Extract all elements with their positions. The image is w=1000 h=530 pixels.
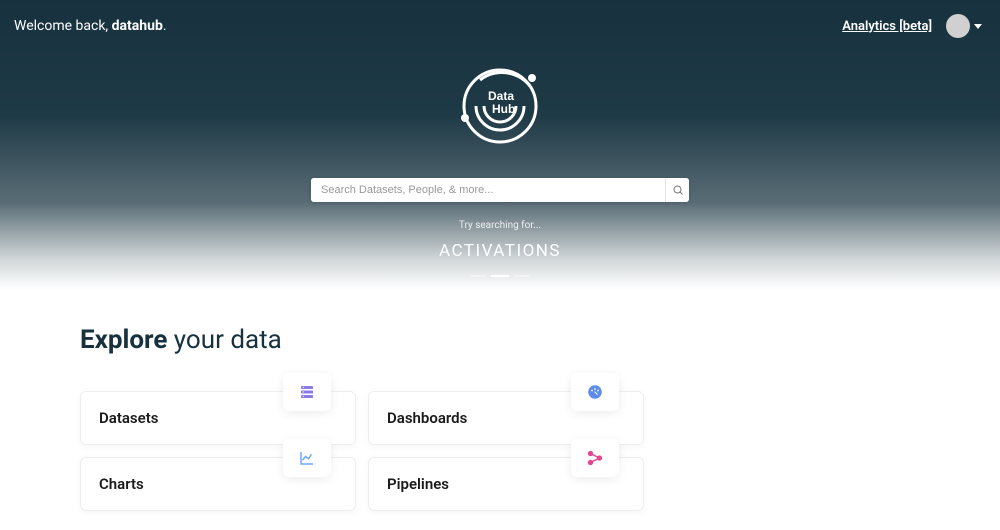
svg-text:Data: Data <box>488 89 514 103</box>
search-button[interactable] <box>665 178 689 202</box>
card-title: Dashboards <box>387 409 467 427</box>
welcome-username: datahub <box>112 18 163 34</box>
carousel-dot-active[interactable] <box>491 275 509 277</box>
card-title: Charts <box>99 475 144 493</box>
charts-icon <box>283 439 331 477</box>
entity-cards: Datasets Dashboards Chart <box>80 391 920 511</box>
dashboards-icon <box>571 373 619 411</box>
logo-container: Data Hub <box>0 56 1000 156</box>
main-content: Explore your data Datasets <box>0 290 1000 511</box>
carousel-dots <box>0 275 1000 277</box>
carousel-dot[interactable] <box>515 275 529 277</box>
hero-banner: Welcome back, datahub. Analytics [beta] … <box>0 0 1000 290</box>
card-dashboards[interactable]: Dashboards <box>368 391 644 445</box>
topbar-right: Analytics [beta] <box>842 14 982 38</box>
search-input[interactable] <box>311 178 665 202</box>
search-container <box>0 178 1000 202</box>
search-suggestion-area: Try searching for... ACTIVATIONS <box>0 220 1000 277</box>
card-charts[interactable]: Charts <box>80 457 356 511</box>
user-menu[interactable] <box>946 14 982 38</box>
explore-light: your data <box>167 325 281 355</box>
carousel-dot[interactable] <box>471 275 485 277</box>
welcome-suffix: . <box>163 18 167 34</box>
datasets-icon <box>283 373 331 411</box>
topbar: Welcome back, datahub. Analytics [beta] <box>0 0 1000 38</box>
welcome-prefix: Welcome back, <box>14 18 112 34</box>
card-title: Datasets <box>99 409 158 427</box>
card-pipelines[interactable]: Pipelines <box>368 457 644 511</box>
try-searching-label: Try searching for... <box>0 220 1000 231</box>
svg-text:Hub: Hub <box>492 102 515 116</box>
welcome-message: Welcome back, datahub. <box>14 18 167 34</box>
card-title: Pipelines <box>387 475 449 493</box>
suggestion-term[interactable]: ACTIVATIONS <box>0 241 1000 261</box>
pipelines-icon <box>571 439 619 477</box>
card-datasets[interactable]: Datasets <box>80 391 356 445</box>
analytics-link[interactable]: Analytics [beta] <box>842 19 932 34</box>
avatar-icon <box>946 14 970 38</box>
search-box <box>311 178 689 202</box>
chevron-down-icon <box>974 24 982 29</box>
search-icon <box>672 184 684 196</box>
explore-heading: Explore your data <box>80 325 920 355</box>
explore-bold: Explore <box>80 325 167 355</box>
datahub-logo-icon: Data Hub <box>450 56 550 156</box>
